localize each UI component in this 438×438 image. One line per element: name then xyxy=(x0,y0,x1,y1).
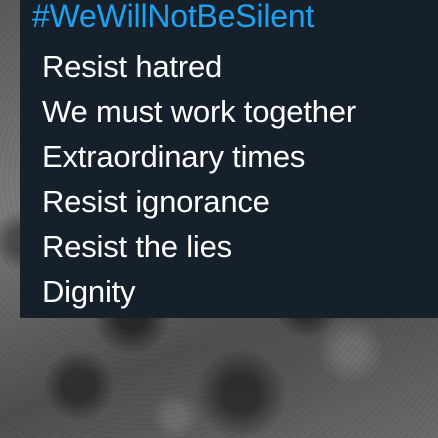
tweet-line: We must work together xyxy=(42,94,356,129)
tweet-line: Resist hatred xyxy=(42,49,223,84)
hashtag-link[interactable]: #WeWillNotBeSilent xyxy=(32,0,314,36)
tweet-lines: Resist hatred We must work together Extr… xyxy=(42,44,356,314)
tweet-line: Extraordinary times xyxy=(42,139,306,174)
tweet-line: Resist the lies xyxy=(42,229,232,264)
tweet-line: Dignity xyxy=(42,274,136,309)
tweet-text-card: #WeWillNotBeSilent Resist hatred We must… xyxy=(20,0,438,318)
tweet-line: Resist ignorance xyxy=(42,184,270,219)
